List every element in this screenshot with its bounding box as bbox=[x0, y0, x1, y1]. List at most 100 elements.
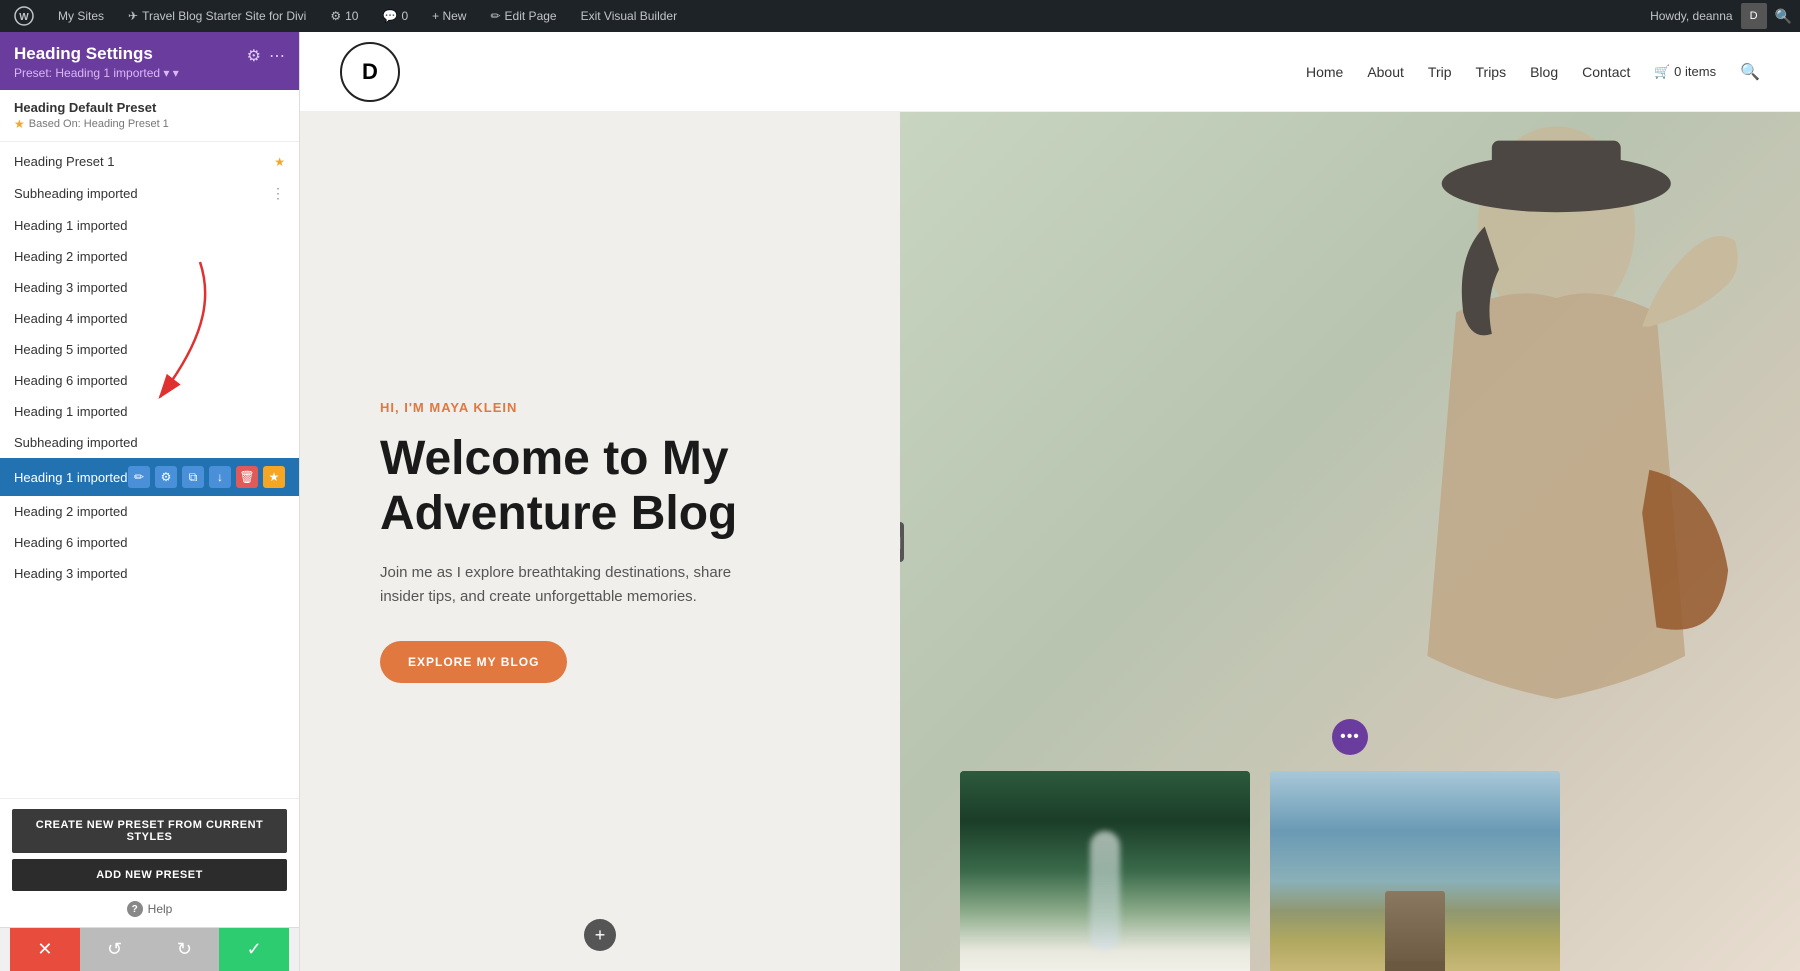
list-item[interactable]: Heading 5 imported bbox=[0, 334, 299, 365]
nav-about[interactable]: About bbox=[1367, 64, 1404, 80]
hero-right-image: ••• ◀ bbox=[900, 112, 1800, 971]
default-preset-section: Heading Default Preset ★ Based On: Headi… bbox=[0, 90, 299, 142]
site-navigation: D Home About Trip Trips Blog Contact 🛒 0… bbox=[300, 32, 1800, 112]
star-preset-icon[interactable]: ★ bbox=[263, 466, 285, 488]
wp-logo-item[interactable]: W bbox=[8, 0, 40, 32]
svg-text:W: W bbox=[19, 12, 29, 23]
sidebar-panel: Heading Settings Preset: Heading 1 impor… bbox=[0, 32, 300, 971]
edit-page-label: Edit Page bbox=[505, 9, 557, 23]
user-avatar[interactable]: D bbox=[1741, 3, 1767, 29]
site-name-item[interactable]: ✈ Travel Blog Starter Site for Divi bbox=[122, 0, 312, 32]
preset-name: Heading 4 imported bbox=[14, 311, 285, 326]
edit-page-item[interactable]: ✏ Edit Page bbox=[484, 0, 562, 32]
undo-button[interactable]: ↺ bbox=[80, 928, 150, 971]
updates-item[interactable]: ⚙ 10 bbox=[324, 0, 364, 32]
more-icon[interactable]: ⋯ bbox=[269, 46, 285, 66]
edit-icon: ✏ bbox=[490, 9, 500, 23]
list-item[interactable]: Heading 1 imported bbox=[0, 210, 299, 241]
undo-icon: ↺ bbox=[107, 939, 122, 960]
preset-name: Subheading imported bbox=[14, 186, 271, 201]
help-icon: ? bbox=[127, 901, 143, 917]
default-preset-name: Heading Default Preset bbox=[14, 100, 285, 115]
list-item[interactable]: Subheading imported ⋮ bbox=[0, 177, 299, 210]
confirm-button[interactable]: ✓ bbox=[219, 928, 289, 971]
list-item[interactable]: Heading 6 imported bbox=[0, 365, 299, 396]
list-item[interactable]: Heading 2 imported bbox=[0, 241, 299, 272]
nav-contact[interactable]: Contact bbox=[1582, 64, 1630, 80]
list-item[interactable]: Heading 6 imported bbox=[0, 527, 299, 558]
cancel-icon: ✕ bbox=[37, 939, 52, 960]
my-sites-item[interactable]: My Sites bbox=[52, 0, 110, 32]
cancel-button[interactable]: ✕ bbox=[10, 928, 80, 971]
preset-name: Subheading imported bbox=[14, 435, 285, 450]
preset-name: Heading 6 imported bbox=[14, 535, 285, 550]
site-logo: D bbox=[340, 42, 400, 102]
preset-list[interactable]: Heading Preset 1 ★ Subheading imported ⋮… bbox=[0, 142, 299, 798]
comments-item[interactable]: 💬 0 bbox=[376, 0, 414, 32]
search-icon[interactable]: 🔍 bbox=[1775, 8, 1792, 25]
list-item[interactable]: Heading 2 imported bbox=[0, 496, 299, 527]
add-section-button[interactable]: + bbox=[584, 919, 616, 951]
three-dots-button[interactable]: ••• bbox=[1332, 719, 1368, 755]
site-icon: ✈ bbox=[128, 9, 138, 23]
bottom-action-bar: ✕ ↺ ↻ ✓ bbox=[0, 927, 299, 971]
redo-icon: ↻ bbox=[177, 939, 192, 960]
list-item[interactable]: Heading 1 imported bbox=[0, 396, 299, 427]
settings-icon[interactable]: ⚙ bbox=[247, 46, 261, 66]
preset-subtitle[interactable]: Preset: Heading 1 imported ▾ bbox=[14, 66, 179, 80]
sidebar-title: Heading Settings bbox=[14, 44, 179, 64]
site-name-label: Travel Blog Starter Site for Divi bbox=[142, 9, 306, 23]
preset-name: Heading 3 imported bbox=[14, 566, 285, 581]
gear-preset-icon[interactable]: ⚙ bbox=[155, 466, 177, 488]
comments-icon: 💬 bbox=[382, 9, 397, 23]
nav-cart[interactable]: 🛒 0 items bbox=[1654, 64, 1716, 80]
nav-home[interactable]: Home bbox=[1306, 64, 1343, 80]
new-item[interactable]: + New bbox=[426, 0, 472, 32]
preset-name: Heading 2 imported bbox=[14, 504, 285, 519]
panel-collapse-handle[interactable]: ◀ bbox=[900, 522, 904, 562]
list-item[interactable]: Heading 4 imported bbox=[0, 303, 299, 334]
list-item[interactable]: Subheading imported bbox=[0, 427, 299, 458]
sidebar-footer: CREATE NEW PRESET FROM CURRENT STYLES AD… bbox=[0, 798, 299, 927]
logo-letter: D bbox=[362, 59, 378, 85]
sidebar-header-icons: ⚙ ⋯ bbox=[247, 46, 285, 66]
list-item[interactable]: Heading 3 imported bbox=[0, 272, 299, 303]
admin-bar-right: Howdy, deanna D 🔍 bbox=[1650, 3, 1792, 29]
dots-menu-icon[interactable]: ⋮ bbox=[271, 185, 285, 202]
preset-name: Heading 3 imported bbox=[14, 280, 285, 295]
comments-count: 0 bbox=[401, 9, 408, 23]
nav-trip[interactable]: Trip bbox=[1428, 64, 1452, 80]
active-preset-item[interactable]: Heading 1 imported ✏ ⚙ ⧉ ↓ 🗑 ★ bbox=[0, 458, 299, 496]
bottom-photos bbox=[960, 771, 1570, 971]
preset-name: Heading 5 imported bbox=[14, 342, 285, 357]
nav-search-icon[interactable]: 🔍 bbox=[1740, 62, 1760, 82]
plus-icon: + bbox=[595, 925, 606, 946]
redo-button[interactable]: ↻ bbox=[150, 928, 220, 971]
preset-name: Heading Preset 1 bbox=[14, 154, 274, 169]
create-preset-button[interactable]: CREATE NEW PRESET FROM CURRENT STYLES bbox=[12, 809, 287, 853]
new-label: + New bbox=[432, 9, 466, 23]
updates-count: 10 bbox=[345, 9, 358, 23]
star-icon: ★ bbox=[14, 117, 25, 131]
preset-name: Heading 1 imported bbox=[14, 218, 285, 233]
list-item[interactable]: Heading 3 imported bbox=[0, 558, 299, 589]
delete-preset-icon[interactable]: 🗑 bbox=[236, 466, 258, 488]
list-item[interactable]: Heading Preset 1 ★ bbox=[0, 146, 299, 177]
admin-bar: W My Sites ✈ Travel Blog Starter Site fo… bbox=[0, 0, 1800, 32]
nav-trips[interactable]: Trips bbox=[1476, 64, 1507, 80]
hero-tagline: HI, I'M MAYA KLEIN bbox=[380, 400, 840, 415]
howdy-label: Howdy, deanna bbox=[1650, 9, 1733, 23]
waterfall-photo bbox=[960, 771, 1250, 971]
copy-preset-icon[interactable]: ⧉ bbox=[182, 466, 204, 488]
add-preset-button[interactable]: ADD NEW PRESET bbox=[12, 859, 287, 891]
export-preset-icon[interactable]: ↓ bbox=[209, 466, 231, 488]
explore-button[interactable]: EXPLORE MY BLOG bbox=[380, 641, 567, 683]
edit-preset-icon[interactable]: ✏ bbox=[128, 466, 150, 488]
confirm-icon: ✓ bbox=[247, 939, 262, 960]
help-link[interactable]: ? Help bbox=[12, 901, 287, 917]
dots-icon: ••• bbox=[1340, 728, 1360, 746]
nav-blog[interactable]: Blog bbox=[1530, 64, 1558, 80]
preset-actions: ✏ ⚙ ⧉ ↓ 🗑 ★ bbox=[128, 466, 285, 488]
exit-builder-item[interactable]: Exit Visual Builder bbox=[575, 0, 684, 32]
sidebar-header-text: Heading Settings Preset: Heading 1 impor… bbox=[14, 44, 179, 80]
